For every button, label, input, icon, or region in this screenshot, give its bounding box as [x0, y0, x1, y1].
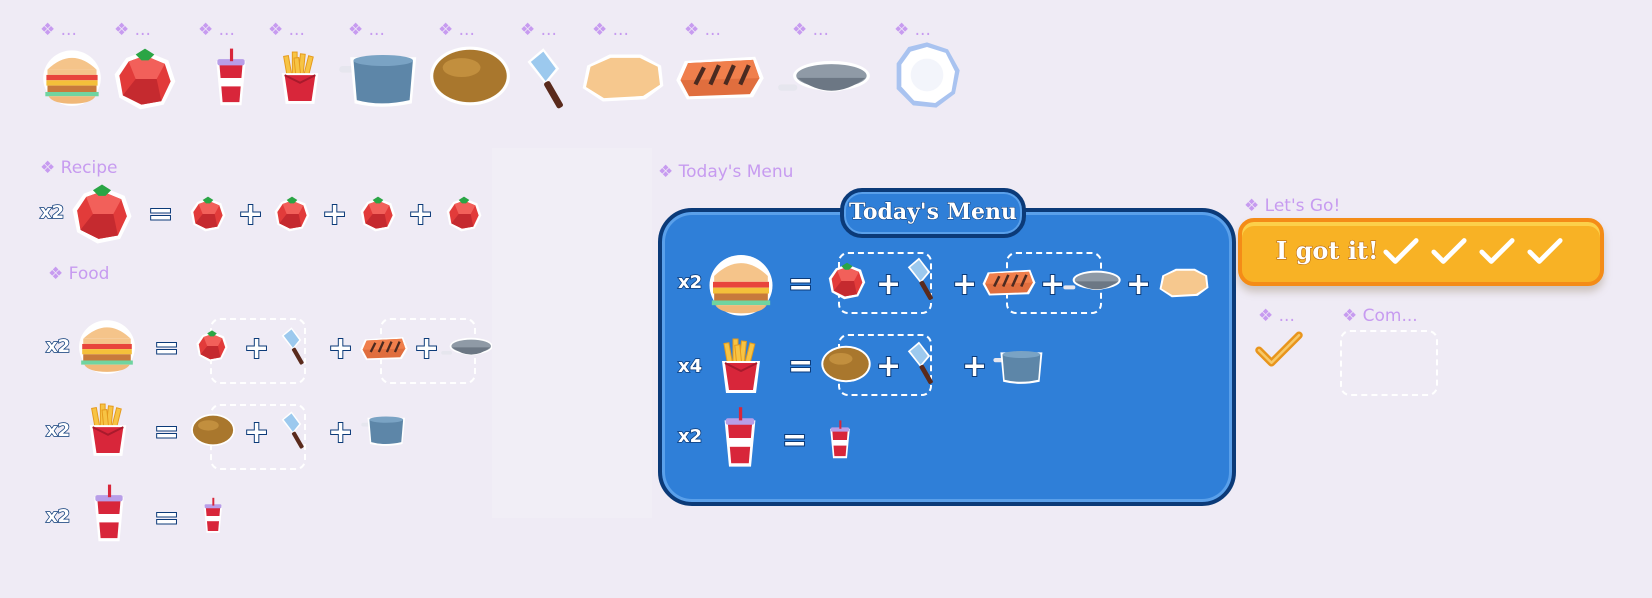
plus-sign: +: [327, 331, 354, 366]
tomato-icon: [68, 180, 136, 248]
equals-sign: =: [787, 267, 814, 302]
check-icon: [1430, 236, 1468, 266]
plate-icon[interactable]: [892, 40, 962, 110]
potato-icon: [820, 344, 872, 384]
multiplier-label: x2: [39, 201, 65, 224]
multiplier-label: x4: [677, 355, 703, 378]
pot-icon: [992, 344, 1048, 386]
cleaver-icon: [902, 256, 944, 304]
cleaver-icon: [276, 326, 314, 368]
cleaver-icon: [902, 340, 944, 388]
frying-pan-icon: [1062, 264, 1122, 300]
tomato-icon: [194, 328, 230, 364]
burger-icon[interactable]: [40, 44, 104, 108]
plus-sign: +: [951, 267, 978, 302]
frying-pan-icon: [440, 332, 494, 364]
tomato-icon[interactable]: [110, 44, 180, 114]
plus-sign: +: [407, 197, 434, 232]
fries-icon[interactable]: [276, 46, 324, 108]
divider-region: [492, 148, 652, 518]
checkmark-icon: [1254, 330, 1304, 368]
empty-checkbox-slot[interactable]: [1340, 330, 1438, 396]
component-label: ❖ ...: [348, 20, 385, 40]
potato-icon[interactable]: [428, 44, 512, 108]
component-label: ❖ ...: [268, 20, 305, 40]
plus-sign: +: [327, 415, 354, 450]
patty-icon: [980, 264, 1038, 300]
com-component-label: ❖ Com...: [1342, 306, 1418, 326]
component-label: ❖ ...: [520, 20, 557, 40]
i-got-it-label: I got it!: [1275, 235, 1379, 265]
potato-icon: [190, 412, 236, 448]
burger-icon: [76, 312, 138, 378]
cleaver-icon[interactable]: [518, 46, 580, 114]
equals-sign: =: [153, 501, 180, 536]
soda-cup-icon: [200, 496, 226, 536]
equals-sign: =: [787, 349, 814, 384]
burger-icon: [706, 248, 776, 318]
plus-sign: +: [875, 267, 902, 302]
patty-icon: [358, 332, 410, 364]
fries-icon: [716, 332, 766, 398]
plus-sign: +: [321, 197, 348, 232]
pot-icon: [360, 410, 410, 448]
patty-icon[interactable]: [672, 50, 768, 104]
multiplier-label: x2: [677, 271, 703, 294]
component-label: ❖ ...: [684, 20, 721, 40]
check-icon: [1526, 236, 1564, 266]
checkmark-component-label: ❖ ...: [1258, 306, 1295, 326]
tomato-icon: [826, 260, 868, 302]
component-label: ❖ ...: [592, 20, 629, 40]
tomato-icon: [444, 194, 484, 234]
plus-sign: +: [243, 331, 270, 366]
frying-pan-icon[interactable]: [776, 52, 872, 106]
multiplier-label: x2: [45, 335, 71, 358]
plus-sign: +: [961, 349, 988, 384]
pot-icon[interactable]: [336, 44, 426, 110]
check-icon: [1382, 236, 1420, 266]
component-label: ❖ ...: [198, 20, 235, 40]
plus-sign: +: [875, 349, 902, 384]
menu-title-banner: Today's Menu: [840, 188, 1026, 238]
tomato-icon: [358, 194, 398, 234]
component-label: ❖ ...: [114, 20, 151, 40]
multiplier-label: x2: [45, 419, 71, 442]
plus-sign: +: [243, 415, 270, 450]
menu-panel: x2 = + + + + x4 = + + x2 =: [658, 208, 1236, 506]
i-got-it-button[interactable]: I got it!: [1238, 218, 1604, 286]
multiplier-label: x2: [45, 505, 71, 528]
tomato-icon: [188, 194, 228, 234]
equals-sign: =: [153, 415, 180, 450]
todays-menu-component-label: ❖ Today's Menu: [658, 162, 794, 182]
soda-cup-icon[interactable]: [210, 46, 252, 110]
soda-cup-icon: [718, 404, 762, 472]
soda-cup-icon: [88, 482, 130, 546]
check-icon: [1478, 236, 1516, 266]
equals-sign: =: [147, 197, 174, 232]
tomato-icon: [272, 194, 312, 234]
bun-icon: [1156, 266, 1212, 300]
food-label: ❖ Food: [48, 264, 110, 284]
multiplier-label: x2: [677, 425, 703, 448]
plus-sign: +: [413, 331, 440, 366]
recipe-label: ❖ Recipe: [40, 158, 118, 178]
component-label: ❖ ...: [438, 20, 475, 40]
cleaver-icon: [276, 410, 314, 452]
equals-sign: =: [781, 423, 808, 458]
equals-sign: =: [153, 331, 180, 366]
lets-go-component-label: ❖ Let's Go!: [1244, 196, 1341, 216]
component-label: ❖ ...: [40, 20, 77, 40]
component-label: ❖ ...: [894, 20, 931, 40]
plus-sign: +: [237, 197, 264, 232]
fries-icon: [84, 398, 132, 460]
plus-sign: +: [1125, 267, 1152, 302]
component-label: ❖ ...: [792, 20, 829, 40]
soda-cup-icon: [826, 418, 854, 462]
bun-icon[interactable]: [578, 50, 668, 106]
